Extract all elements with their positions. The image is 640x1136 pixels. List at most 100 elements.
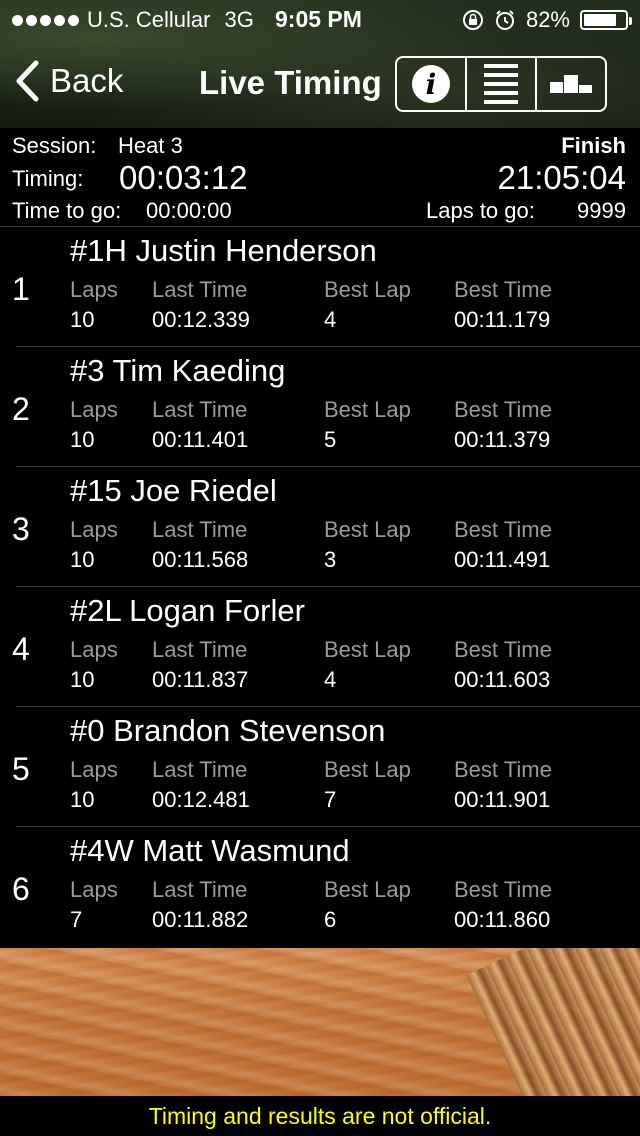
position: 5 [12,751,30,787]
last-time-header: Last Time [152,757,248,782]
status-bar: U.S. Cellular 3G 9:05 PM 82% [0,0,640,40]
back-label: Back [50,62,124,99]
last-time-header: Last Time [152,637,248,662]
carrier-name: U.S. Cellular [87,7,211,32]
driver-name: #15 Joe Riedel [70,473,277,508]
table-row[interactable]: 6 #4W Matt Wasmund Laps Last Time Best L… [0,827,640,947]
finish-label: Finish [561,133,626,158]
best-lap-header: Best Lap [324,637,411,662]
footer: Timing and results are not official. [0,1096,640,1136]
last-time-value: 00:12.339 [152,307,250,332]
session-label: Session: [12,133,97,158]
laps-value: 10 [70,427,95,452]
position: 6 [12,871,30,907]
info-icon: i [412,65,450,103]
chevron-left-icon [16,60,39,102]
laps-value: 10 [70,307,95,332]
battery-icon [580,10,632,30]
laps-header: Laps [70,397,118,422]
network-type: 3G [224,7,254,32]
best-lap-value: 3 [324,547,337,572]
best-lap-value: 4 [324,667,337,692]
last-time-value: 00:11.401 [152,427,249,452]
position: 4 [12,631,30,667]
dirt-track-image [0,948,640,1096]
last-time-value: 00:11.837 [152,667,249,692]
best-time-value: 00:11.379 [454,427,551,452]
status-time: 9:05 PM [275,6,362,32]
table-row[interactable]: 4 #2L Logan Forler Laps Last Time Best L… [0,587,640,707]
time-to-go-label: Time to go: [12,198,122,223]
laps-header: Laps [70,637,118,662]
podium-icon [550,75,592,93]
status-left: U.S. Cellular 3G [12,7,254,33]
best-time-header: Best Time [454,757,552,782]
table-row[interactable]: 1 #1H Justin Henderson Laps Last Time Be… [0,227,640,347]
driver-name: #1H Justin Henderson [70,233,377,268]
laps-header: Laps [70,877,118,902]
podium-segment[interactable] [537,58,605,110]
best-lap-header: Best Lap [324,877,411,902]
last-time-header: Last Time [152,397,248,422]
battery-fill [584,14,617,26]
rotation-lock-icon [462,10,483,30]
last-time-header: Last Time [152,517,248,542]
laps-value: 10 [70,547,95,572]
best-lap-value: 5 [324,427,337,452]
laps-header: Laps [70,757,118,782]
position: 3 [12,511,30,547]
laps-value: 10 [70,667,95,692]
position: 2 [12,391,30,427]
position: 1 [12,271,30,307]
navigation-bar: Back Live Timing i [0,48,640,120]
status-right: 82% [462,7,632,33]
best-time-header: Best Time [454,277,552,302]
best-time-header: Best Time [454,397,552,422]
driver-name: #4W Matt Wasmund [70,833,350,868]
best-lap-value: 6 [324,907,337,932]
laps-value: 7 [70,907,83,932]
table-row[interactable]: 5 #0 Brandon Stevenson Laps Last Time Be… [0,707,640,827]
last-time-header: Last Time [152,877,248,902]
info-segment[interactable]: i [397,58,467,110]
best-time-header: Best Time [454,877,552,902]
last-time-value: 00:11.568 [152,547,249,572]
best-lap-header: Best Lap [324,517,411,542]
disclaimer-text: Timing and results are not official. [148,1103,492,1129]
best-lap-value: 4 [324,307,337,332]
driver-name: #3 Tim Kaeding [70,353,286,388]
list-segment[interactable] [467,58,537,110]
last-time-value: 00:12.481 [152,787,250,812]
last-time-value: 00:11.882 [152,907,249,932]
laps-header: Laps [70,517,118,542]
laps-header: Laps [70,277,118,302]
track-wall-texture [466,948,640,1096]
best-time-header: Best Time [454,637,552,662]
page-title: Live Timing [199,64,382,101]
timing-value: 00:03:12 [119,159,248,196]
finish-value: 21:05:04 [497,159,626,196]
last-time-header: Last Time [152,277,248,302]
driver-name: #0 Brandon Stevenson [70,713,386,748]
time-to-go-value: 00:00:00 [146,198,232,223]
laps-to-go-value: 9999 [577,198,626,223]
session-info-panel: Session: Heat 3 Finish Timing: 00:03:12 … [0,128,640,227]
best-time-header: Best Time [454,517,552,542]
table-row[interactable]: 3 #15 Joe Riedel Laps Last Time Best Lap… [0,467,640,587]
best-lap-value: 7 [324,787,337,812]
best-time-value: 00:11.603 [454,667,551,692]
list-icon [484,64,518,104]
signal-strength-icon [12,14,79,26]
table-row[interactable]: 2 #3 Tim Kaeding Laps Last Time Best Lap… [0,347,640,467]
best-lap-header: Best Lap [324,277,411,302]
back-button[interactable]: Back [14,60,123,102]
best-time-value: 00:11.491 [454,547,551,572]
battery-percent: 82% [525,7,570,32]
driver-name: #2L Logan Forler [70,593,305,628]
session-value: Heat 3 [118,133,183,158]
view-segmented-control: i [395,56,607,112]
best-time-value: 00:11.860 [454,907,551,932]
alarm-icon [495,10,514,30]
laps-value: 10 [70,787,95,812]
timing-label: Timing: [12,166,84,191]
